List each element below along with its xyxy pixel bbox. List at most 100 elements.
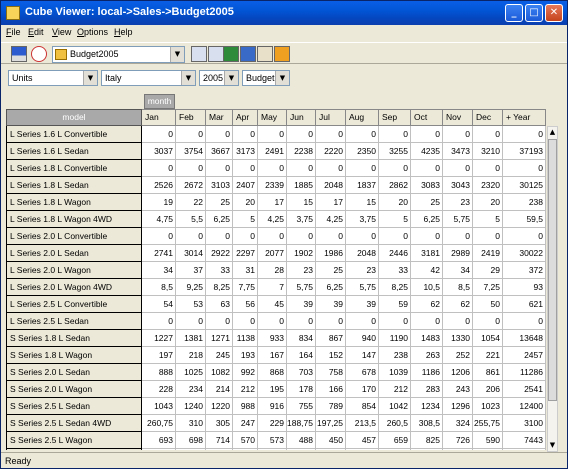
grid-cell[interactable]: 17 <box>316 194 346 211</box>
grid-cell[interactable]: 2922 <box>206 245 233 262</box>
grid-cell[interactable]: 2672 <box>176 177 206 194</box>
grid-cell[interactable]: 5 <box>379 211 411 228</box>
grid-cell[interactable]: 3083 <box>411 177 443 194</box>
grid-cell[interactable]: 1483 <box>411 330 443 347</box>
grid-cell[interactable]: 0 <box>206 228 233 245</box>
grid-cell[interactable]: 0 <box>258 126 287 143</box>
grid-cell[interactable]: 0 <box>142 160 176 177</box>
grid-cell[interactable]: 166 <box>316 381 346 398</box>
grid-cell[interactable]: 147,5 <box>473 449 503 450</box>
grid-cell[interactable]: 0 <box>346 313 379 330</box>
grid-cell[interactable]: 0 <box>503 126 546 143</box>
grid-cell[interactable]: 8,25 <box>379 279 411 296</box>
grid-cell[interactable]: 0 <box>473 160 503 177</box>
grid-cell[interactable]: 2048 <box>346 245 379 262</box>
vertical-scrollbar[interactable]: ▲ ▼ <box>547 126 558 452</box>
grid-cell[interactable]: 0 <box>258 313 287 330</box>
grid-cell[interactable]: 0 <box>473 126 503 143</box>
column-header[interactable]: Mar <box>206 109 233 126</box>
grid-cell[interactable]: 8,5 <box>142 279 176 296</box>
grid-cell[interactable]: 34 <box>443 262 473 279</box>
grid-cell[interactable]: 0 <box>233 160 258 177</box>
grid-cell[interactable]: 0 <box>443 228 473 245</box>
grid-cell[interactable]: 53 <box>176 296 206 313</box>
row-header[interactable]: S Series 2.5 L Sedan <box>6 398 142 415</box>
grid-cell[interactable]: 0 <box>379 313 411 330</box>
grid-cell[interactable]: 238 <box>379 347 411 364</box>
grid-cell[interactable]: 450 <box>316 432 346 449</box>
grid-cell[interactable]: 1206 <box>443 364 473 381</box>
grid-cell[interactable]: 2339 <box>258 177 287 194</box>
excel-icon[interactable] <box>223 46 239 62</box>
column-header[interactable]: Jul <box>316 109 346 126</box>
grid-cell[interactable]: 2989 <box>443 245 473 262</box>
grid-cell[interactable]: 0 <box>176 126 206 143</box>
grid-cell[interactable]: 142,5 <box>233 449 258 450</box>
grid-cell[interactable]: 34 <box>142 262 176 279</box>
row-header[interactable]: S Series 1.8 L Sedan <box>6 330 142 347</box>
row-header[interactable]: L Series 1.6 L Convertible <box>6 126 142 143</box>
grid-cell[interactable]: 3210 <box>473 143 503 160</box>
grid-cell[interactable]: 62 <box>411 296 443 313</box>
row-header[interactable]: L Series 2.5 L Convertible <box>6 296 142 313</box>
grid-cell[interactable]: 0 <box>379 160 411 177</box>
grid-cell[interactable]: 234 <box>176 381 206 398</box>
region-filter[interactable]: Italy ▼ <box>101 70 196 86</box>
grid-cell[interactable]: 3181 <box>411 245 443 262</box>
grid-cell[interactable]: 0 <box>206 126 233 143</box>
row-header[interactable]: L Series 2.0 L Convertible <box>6 228 142 245</box>
grid-cell[interactable]: 4,25 <box>316 211 346 228</box>
grid-cell[interactable]: 39 <box>316 296 346 313</box>
grid-cell[interactable]: 10,5 <box>411 279 443 296</box>
grid-cell[interactable]: 3754 <box>176 143 206 160</box>
grid-cell[interactable]: 45 <box>258 296 287 313</box>
grid-cell[interactable]: 8,25 <box>206 279 233 296</box>
row-header[interactable]: S Series 2.5 L Wagon 4WD <box>6 449 142 450</box>
grid-cell[interactable]: 0 <box>411 126 443 143</box>
grid-cell[interactable]: 0 <box>233 126 258 143</box>
grid-cell[interactable]: 218 <box>176 347 206 364</box>
grid-cell[interactable]: 5,75 <box>287 279 316 296</box>
grid-cell[interactable]: 12400 <box>503 398 546 415</box>
grid-cell[interactable]: 1986 <box>316 245 346 262</box>
grid-cell[interactable]: 0 <box>316 228 346 245</box>
grid-cell[interactable]: 0 <box>346 126 379 143</box>
grid-cell[interactable]: 188,75 <box>287 415 316 432</box>
menu-view[interactable]: View <box>52 27 71 37</box>
grid-cell[interactable]: 988 <box>233 398 258 415</box>
chevron-down-icon[interactable]: ▼ <box>224 71 238 85</box>
grid-cell[interactable]: 59 <box>379 296 411 313</box>
grid-cell[interactable]: 861 <box>473 364 503 381</box>
minimize-button[interactable]: _ <box>505 4 523 22</box>
grid-cell[interactable]: 933 <box>258 330 287 347</box>
menu-options[interactable]: Options <box>77 27 108 37</box>
grid-cell[interactable]: 260,5 <box>379 415 411 432</box>
grid-cell[interactable]: 1381 <box>176 330 206 347</box>
grid-cell[interactable]: 0 <box>258 228 287 245</box>
grid-cell[interactable]: 0 <box>258 160 287 177</box>
grid-cell[interactable]: 39 <box>287 296 316 313</box>
grid-cell[interactable]: 488 <box>287 432 316 449</box>
grid-cell[interactable]: 143,25 <box>258 449 287 450</box>
chevron-down-icon[interactable]: ▼ <box>275 71 289 85</box>
grid-cell[interactable]: 0 <box>142 313 176 330</box>
grid-cell[interactable]: 0 <box>473 313 503 330</box>
grid-cell[interactable]: 174,5 <box>176 449 206 450</box>
row-header[interactable]: L Series 2.0 L Wagon <box>6 262 142 279</box>
grid-cell[interactable]: 1054 <box>473 330 503 347</box>
grid-cell[interactable]: 0 <box>206 160 233 177</box>
chevron-down-icon[interactable]: ▼ <box>170 47 184 62</box>
grid-cell[interactable]: 0 <box>346 160 379 177</box>
grid-cell[interactable]: 1023 <box>473 398 503 415</box>
grid-cell[interactable]: 4235 <box>411 143 443 160</box>
grid-cell[interactable]: 23 <box>346 262 379 279</box>
grid-cell[interactable]: 2350 <box>346 143 379 160</box>
grid-cell[interactable]: 4,75 <box>142 211 176 228</box>
grid-cell[interactable]: 0 <box>443 313 473 330</box>
grid-cell[interactable]: 17 <box>258 194 287 211</box>
grid-cell[interactable]: 659 <box>379 432 411 449</box>
grid-cell[interactable]: 0 <box>503 228 546 245</box>
grid-cell[interactable]: 590 <box>473 432 503 449</box>
column-header[interactable]: + Year <box>503 109 546 126</box>
column-header[interactable]: Dec <box>473 109 503 126</box>
